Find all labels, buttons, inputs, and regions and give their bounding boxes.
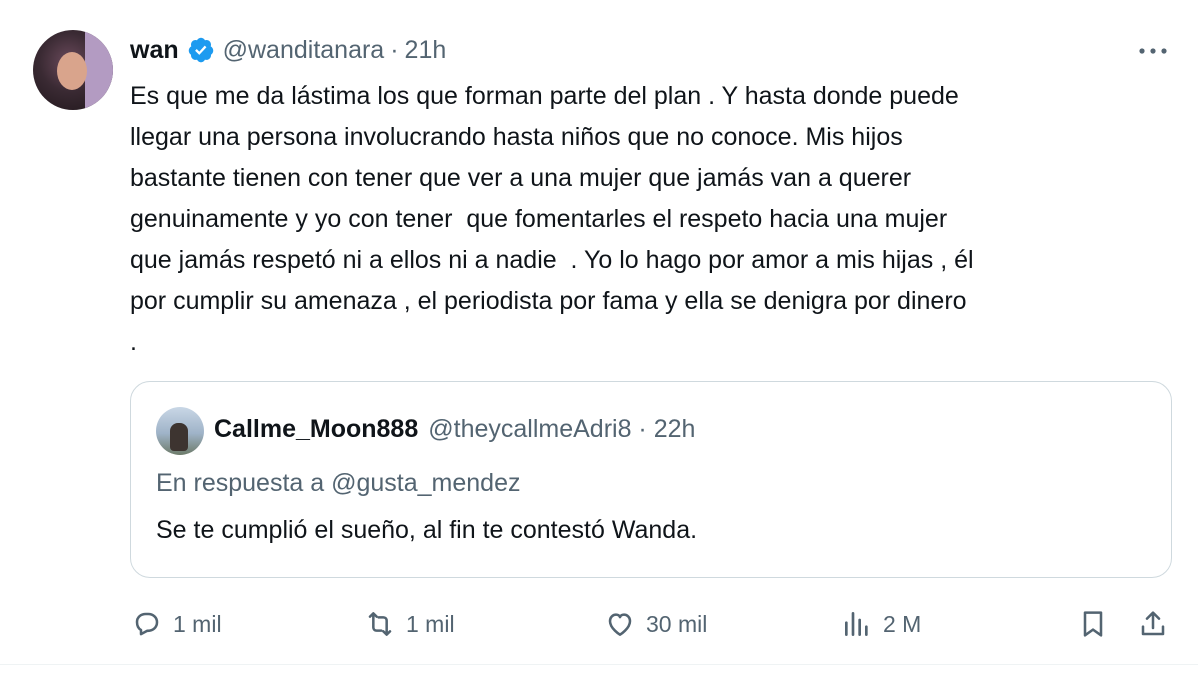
author-avatar[interactable] bbox=[33, 30, 113, 110]
reply-button[interactable]: 1 mil bbox=[131, 604, 222, 644]
tweet-text-line: bastante tienen con tener que ver a una … bbox=[130, 164, 912, 192]
quoted-tweet[interactable]: Callme_Moon888 @theycallmeAdri8 · 22h En… bbox=[130, 381, 1172, 578]
like-count: 30 mil bbox=[646, 610, 708, 637]
author-handle[interactable]: @wanditanara bbox=[223, 36, 385, 65]
repost-button[interactable]: 1 mil bbox=[364, 604, 455, 644]
avatar-figure bbox=[170, 423, 188, 451]
share-icon bbox=[1141, 611, 1165, 636]
reply-context: En respuesta a @gusta_mendez bbox=[156, 469, 521, 497]
tweet-header: wan @wanditanara · 21h bbox=[130, 34, 446, 66]
tweet[interactable]: wan @wanditanara · 21h Es que me da lást… bbox=[0, 0, 1198, 678]
views-count: 2 M bbox=[883, 610, 922, 637]
reply-icon bbox=[135, 612, 159, 636]
quoted-author-avatar[interactable] bbox=[156, 407, 204, 455]
heart-icon bbox=[608, 613, 632, 636]
quoted-text: Se te cumplió el sueño, al fin te contes… bbox=[156, 516, 698, 544]
quoted-header: Callme_Moon888 @theycallmeAdri8 · 22h bbox=[214, 415, 695, 444]
verified-badge-icon[interactable] bbox=[187, 36, 215, 64]
repost-icon bbox=[368, 612, 392, 636]
views-button[interactable]: 2 M bbox=[841, 604, 921, 644]
tweet-text-line: genuinamente y yo con tener que fomentar… bbox=[130, 205, 948, 233]
bookmark-icon bbox=[1083, 611, 1103, 637]
quoted-author-handle[interactable]: @theycallmeAdri8 · 22h bbox=[428, 415, 695, 444]
tweet-text-line: por cumplir su amenaza , el periodista p… bbox=[130, 287, 967, 315]
action-bar: 1 mil 1 mil 30 mil 2 M bbox=[0, 604, 1198, 644]
bookmark-button[interactable] bbox=[1077, 604, 1109, 644]
author-name[interactable]: wan bbox=[130, 36, 179, 65]
avatar-background bbox=[85, 30, 113, 110]
header-separator: · bbox=[390, 35, 399, 64]
views-icon bbox=[845, 612, 868, 636]
bottom-divider bbox=[0, 664, 1198, 665]
tweet-timestamp[interactable]: 21h bbox=[405, 36, 447, 65]
tweet-text-line: . bbox=[130, 328, 137, 356]
quoted-author-name[interactable]: Callme_Moon888 bbox=[214, 415, 418, 444]
tweet-text-line: llegar una persona involucrando hasta ni… bbox=[130, 123, 903, 151]
tweet-text-line: que jamás respetó ni a ellos ni a nadie … bbox=[130, 246, 974, 274]
repost-count: 1 mil bbox=[406, 610, 455, 637]
tweet-text-line: Es que me da lástima los que forman part… bbox=[130, 82, 959, 110]
more-icon[interactable] bbox=[1136, 40, 1170, 62]
avatar-face bbox=[57, 52, 87, 90]
tweet-text: Es que me da lástima los que forman part… bbox=[130, 76, 1170, 363]
like-button[interactable]: 30 mil bbox=[604, 604, 707, 644]
share-button[interactable] bbox=[1137, 604, 1169, 644]
reply-count: 1 mil bbox=[173, 610, 222, 637]
